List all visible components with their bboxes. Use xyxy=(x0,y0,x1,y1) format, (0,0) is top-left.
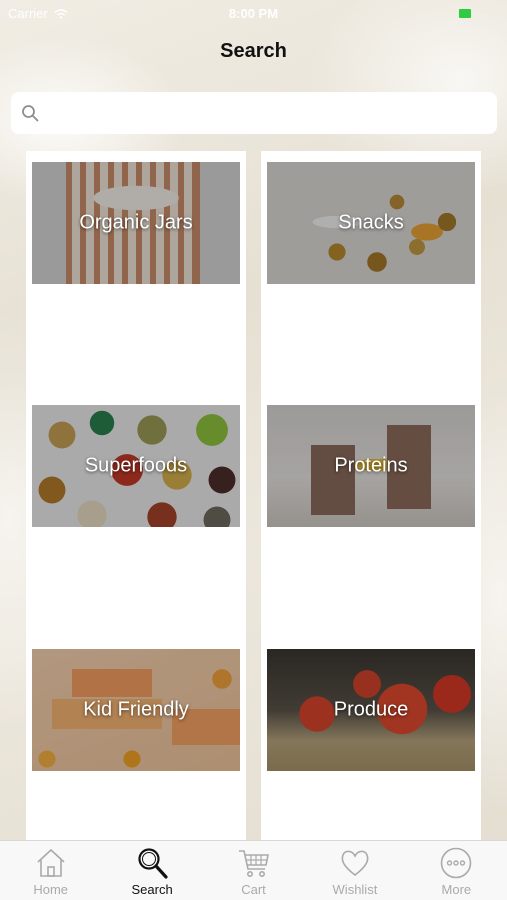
tab-search[interactable]: Search xyxy=(101,841,202,900)
category-label: Kid Friendly xyxy=(83,698,189,721)
category-label: Produce xyxy=(333,698,409,721)
tab-label: Wishlist xyxy=(332,882,378,897)
category-column-left: Organic Jars Superfoods Kid Friendly xyxy=(26,151,246,841)
tab-bar: Home Search Cart Wishlist More xyxy=(0,840,507,900)
search-icon xyxy=(138,848,168,879)
heart-icon xyxy=(341,850,369,877)
category-label: Snacks xyxy=(338,211,404,234)
home-icon xyxy=(37,848,65,877)
battery-icon xyxy=(459,9,471,18)
category-column-right: Snacks Proteins Produce xyxy=(261,151,481,841)
tab-more[interactable]: More xyxy=(406,841,507,900)
tab-label: More xyxy=(441,882,472,897)
tab-label: Search xyxy=(131,882,173,897)
category-tile-snacks[interactable]: Snacks xyxy=(267,162,475,284)
tab-home[interactable]: Home xyxy=(0,841,101,900)
tab-wishlist[interactable]: Wishlist xyxy=(304,841,405,900)
category-label: Superfoods xyxy=(84,454,188,477)
category-tile-superfoods[interactable]: Superfoods xyxy=(32,405,240,527)
search-bar[interactable] xyxy=(11,92,497,134)
tab-cart[interactable]: Cart xyxy=(203,841,304,900)
search-input[interactable] xyxy=(47,92,497,134)
category-tile-produce[interactable]: Produce xyxy=(267,649,475,771)
status-bar: Carrier 8:00 PM xyxy=(0,0,507,28)
status-time: 8:00 PM xyxy=(228,6,279,21)
more-icon xyxy=(441,847,472,879)
tab-label: Cart xyxy=(241,882,266,897)
page-title: Search xyxy=(220,40,287,62)
category-tile-proteins[interactable]: Proteins xyxy=(267,405,475,527)
category-label: Organic Jars xyxy=(79,211,193,234)
category-tile-kid-friendly[interactable]: Kid Friendly xyxy=(32,649,240,771)
tab-label: Home xyxy=(33,882,69,897)
search-icon xyxy=(22,105,39,122)
category-label: Proteins xyxy=(334,454,408,477)
category-tile-organic-jars[interactable]: Organic Jars xyxy=(32,162,240,284)
cart-icon xyxy=(238,850,269,877)
